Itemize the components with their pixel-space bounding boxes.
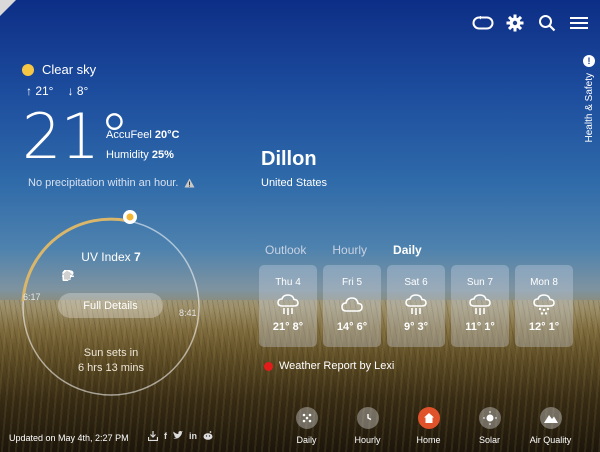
day-high-low: 9° 3° (403, 321, 429, 333)
nav-label: Solar (478, 435, 500, 445)
day-card[interactable]: Fri 5 14° 6° (323, 265, 381, 347)
day-high-low: 11° 1° (465, 321, 495, 333)
linkedin-icon[interactable]: in (189, 431, 197, 441)
weather-report-link[interactable]: Weather Report by Lexi (264, 360, 394, 372)
tab-outlook[interactable]: Outlook (265, 243, 306, 257)
nav-label: Home (416, 435, 441, 445)
corner-toggle[interactable] (0, 0, 16, 16)
grid-icon (295, 407, 318, 429)
tab-daily[interactable]: Daily (393, 243, 422, 257)
full-details-button[interactable]: Full Details (58, 293, 163, 318)
sunrise-time: 6:17 (23, 292, 41, 302)
sun-marker-icon (123, 210, 137, 224)
day-card[interactable]: Sun 7 11° 1° (451, 265, 509, 347)
precip-text: No precipitation within an hour. (28, 177, 179, 189)
sync-icon[interactable] (472, 12, 494, 34)
uv-label: UV Index (81, 250, 131, 264)
day-high-low: 12° 1° (528, 321, 560, 333)
daily-forecast: Thu 4 21° 8° Fri 5 14° 6° Sat 6 9° 3° Su… (259, 265, 573, 347)
humidity-label: Humidity (106, 149, 149, 161)
low-temp: ↓ 8° (67, 84, 89, 98)
day-card[interactable]: Thu 4 21° 8° (259, 265, 317, 347)
rain-icon (468, 294, 492, 316)
day-card[interactable]: Mon 8 12° 1° (515, 265, 573, 347)
facebook-icon[interactable]: f (164, 431, 167, 441)
day-label: Fri 5 (342, 277, 362, 288)
day-high-low: 14° 6° (336, 321, 368, 333)
reddit-icon[interactable] (203, 431, 213, 440)
high-temp: ↑ 21° (26, 84, 54, 98)
nav-daily[interactable]: Daily (276, 407, 337, 445)
cloud-icon (340, 294, 364, 316)
country-name: United States (261, 177, 328, 189)
nav-label: Air Quality (529, 435, 572, 445)
sunset-countdown: Sun sets in 6 hrs 13 mins (16, 346, 206, 376)
twitter-icon[interactable] (173, 431, 183, 440)
updated-timestamp: Updated on May 4th, 2:27 PM (9, 433, 129, 443)
high-low: ↑ 21° ↓ 8° (26, 84, 88, 98)
nav-hourly[interactable]: Hourly (337, 407, 398, 445)
humidity-value: 25% (151, 149, 174, 161)
day-label: Sat 6 (404, 277, 428, 288)
day-card[interactable]: Sat 6 9° 3° (387, 265, 445, 347)
city-name: Dillon (261, 148, 317, 170)
home-icon (417, 407, 440, 429)
current-condition: Clear sky (22, 62, 96, 77)
download-icon[interactable] (148, 431, 158, 441)
tab-hourly[interactable]: Hourly (332, 243, 367, 257)
rain-icon (276, 294, 300, 316)
feel-block: AccuFeel 20°C Humidity 25% (106, 125, 180, 165)
uv-dial: UV Index 7 Full Details 6:17 8:41 Sun se… (16, 210, 206, 402)
rain-icon (404, 294, 428, 316)
precipitation-note: No precipitation within an hour. (28, 177, 195, 189)
condition-text: Clear sky (42, 62, 97, 77)
mountain-icon (539, 407, 562, 429)
uv-value: 7 (134, 250, 141, 264)
day-label: Sun 7 (466, 277, 494, 288)
day-label: Thu 4 (275, 277, 301, 288)
report-text: Weather Report by Lexi (279, 360, 395, 372)
search-icon[interactable] (536, 12, 558, 34)
nav-label: Daily (296, 435, 317, 445)
top-toolbar (472, 12, 590, 34)
gear-icon[interactable] (504, 12, 526, 34)
clock-icon (356, 407, 379, 429)
sunset-line-1: Sun sets in (83, 347, 139, 359)
alert-icon: ! (583, 55, 595, 67)
bottom-navigation: Daily Hourly Home Solar Air Quality (276, 407, 581, 445)
nav-solar[interactable]: Solar (459, 407, 520, 445)
health-safety-label: Health & Safety (583, 73, 595, 143)
accufeel-label: AccuFeel (106, 129, 152, 141)
uv-index: UV Index 7 (16, 250, 206, 264)
forecast-tabs: Outlook Hourly Daily (265, 243, 422, 257)
menu-icon[interactable] (568, 12, 590, 34)
sun-icon (478, 407, 501, 429)
accufeel-value: 20°C (154, 129, 180, 141)
day-label: Mon 8 (530, 277, 558, 288)
snow-icon (532, 294, 556, 316)
sunset-line-2: 6 hrs 13 mins (77, 362, 145, 374)
nav-label: Hourly (354, 435, 381, 445)
health-safety-tab[interactable]: ! Health & Safety (580, 55, 598, 155)
house-icon (62, 270, 72, 280)
day-high-low: 21° 8° (272, 321, 304, 333)
share-icons: f in (148, 431, 213, 441)
nav-air-quality[interactable]: Air Quality (520, 407, 581, 445)
record-dot-icon (264, 361, 273, 371)
nav-home[interactable]: Home (398, 407, 459, 445)
sunset-time: 8:41 (179, 308, 197, 318)
warning-icon (184, 178, 195, 188)
sun-icon (22, 63, 34, 76)
